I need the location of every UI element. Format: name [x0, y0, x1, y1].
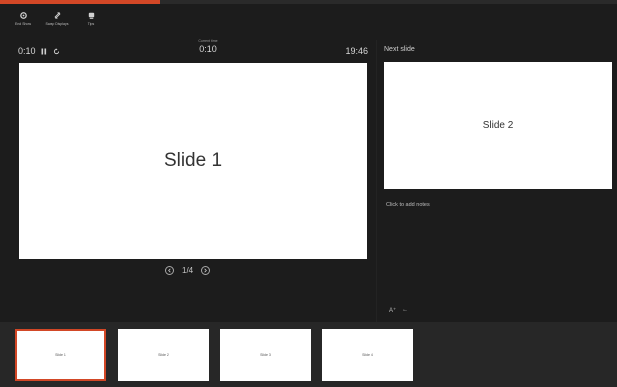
thumbnail-label: Slide 4 [362, 353, 373, 357]
current-time: Current time 0:10 [178, 39, 238, 54]
previous-slide-button[interactable] [165, 265, 174, 275]
toolbar: End Show Swap Displays Tips [10, 10, 104, 32]
tips-label: Tips [87, 22, 95, 26]
current-time-value: 0:10 [199, 44, 217, 54]
slide-navigation: 1/4 [165, 264, 211, 276]
next-slide-label: Next slide [384, 46, 415, 53]
timer-row: 0:10 Current time 0:10 19:46 [18, 39, 368, 58]
end-show-label: End Show [15, 22, 31, 26]
current-time-caption: Current time [198, 39, 218, 43]
filmstrip: Slide 1 Slide 2 Slide 3 Slide 4 [0, 322, 617, 387]
slide-thumbnail-3[interactable]: Slide 3 [220, 329, 311, 381]
font-size-button[interactable]: A⁺ [389, 307, 396, 314]
notes-tools: A⁺ ← [389, 307, 408, 314]
next-slide-button[interactable] [201, 265, 211, 275]
chevron-right-icon [204, 268, 208, 272]
thumbnail-label: Slide 2 [158, 353, 169, 357]
gear-icon [18, 10, 28, 20]
presenter-view: End Show Swap Displays Tips 0:10 Current… [0, 0, 617, 387]
next-slide-preview[interactable]: Slide 2 [384, 62, 612, 189]
pause-icon[interactable] [41, 48, 48, 55]
slide-thumbnail-1[interactable]: Slide 1 [15, 329, 106, 381]
thumbnail-label: Slide 1 [55, 353, 66, 357]
tips-button[interactable]: Tips [78, 10, 104, 32]
elapsed-timer: 0:10 [18, 46, 60, 56]
clock: 19:46 [345, 46, 368, 56]
chevron-left-icon [168, 268, 171, 272]
current-slide-title: Slide 1 [163, 150, 223, 171]
swap-icon [52, 10, 62, 20]
notes-area[interactable]: Click to add notes [386, 202, 430, 208]
panel-divider [376, 40, 377, 322]
reset-icon[interactable] [53, 47, 60, 55]
progress-bar [0, 0, 617, 4]
swap-displays-label: Swap Displays [45, 22, 69, 26]
progress-fill [0, 0, 161, 4]
swap-displays-button[interactable]: Swap Displays [44, 10, 70, 32]
elapsed-time: 0:10 [18, 46, 36, 56]
end-show-button[interactable]: End Show [10, 10, 36, 32]
lightbulb-icon [86, 10, 96, 20]
notes-arrow-button[interactable]: ← [402, 307, 408, 314]
slide-indicator: 1/4 [182, 265, 194, 275]
slide-thumbnail-2[interactable]: Slide 2 [118, 329, 209, 381]
slide-thumbnail-4[interactable]: Slide 4 [322, 329, 413, 381]
current-slide[interactable]: Slide 1 [19, 63, 367, 259]
thumbnail-label: Slide 3 [260, 353, 271, 357]
next-slide-title: Slide 2 [482, 120, 514, 131]
